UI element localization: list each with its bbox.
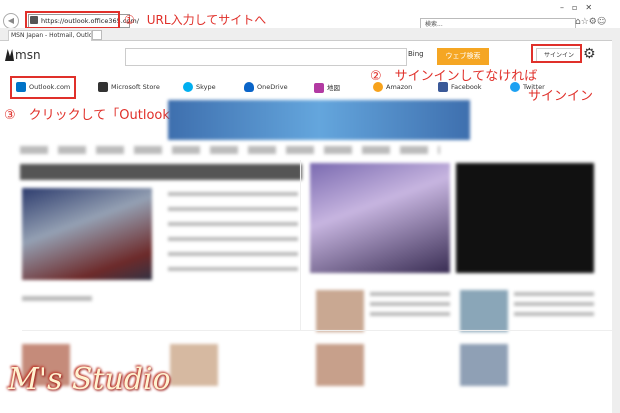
gear-icon[interactable]: ⚙: [583, 46, 596, 62]
back-icon[interactable]: ◀: [3, 13, 19, 29]
web-search-button[interactable]: ウェブ検索: [437, 48, 489, 65]
browser-toolbar-icons[interactable]: ⌂☆⚙☺: [575, 17, 606, 27]
headline-source: [22, 296, 92, 301]
news-photo-main[interactable]: [22, 188, 152, 280]
amazon-icon: [373, 82, 383, 92]
shortcut-onedrive[interactable]: OneDrive: [244, 82, 288, 92]
news-thumb-5[interactable]: [460, 344, 508, 386]
browser-tab[interactable]: MSN Japan - Hotmail, Outlo...: [8, 30, 92, 41]
onedrive-icon: [244, 82, 254, 92]
store-icon: [98, 82, 108, 92]
news-thumb-1[interactable]: [316, 290, 364, 332]
watermark: M's Studio: [8, 362, 171, 397]
skype-icon: [183, 82, 193, 92]
bing-label: Bing: [408, 50, 424, 58]
news-category-bar[interactable]: [20, 146, 440, 154]
ad-banner[interactable]: [168, 100, 470, 140]
msn-logo-icon: [5, 49, 14, 61]
headline-list[interactable]: [168, 192, 298, 278]
news-photo-2[interactable]: [310, 163, 450, 273]
shortcut-amazon[interactable]: Amazon: [373, 82, 412, 92]
facebook-icon: [438, 82, 448, 92]
shortcut-store[interactable]: Microsoft Store: [98, 82, 160, 92]
news-thumb-2[interactable]: [460, 290, 508, 332]
signin-highlight: [531, 44, 582, 63]
map-icon: [314, 83, 324, 93]
new-tab-button[interactable]: [92, 30, 102, 40]
msn-logo[interactable]: msn: [15, 48, 41, 62]
msn-search-input[interactable]: [125, 48, 407, 66]
news-photo-3[interactable]: [456, 163, 594, 273]
twitter-icon: [510, 82, 520, 92]
shortcut-skype[interactable]: Skype: [183, 82, 216, 92]
scrollbar[interactable]: [612, 40, 620, 413]
annotation-step1: ① URL入力してサイトへ: [124, 13, 267, 27]
news-thumb-3[interactable]: [170, 344, 218, 386]
outlook-highlight: [10, 76, 76, 99]
news-tabs[interactable]: [20, 164, 302, 180]
shortcut-map[interactable]: 地図: [314, 82, 340, 93]
shortcut-twitter[interactable]: Twitter: [510, 82, 545, 92]
address-highlight: [25, 11, 120, 29]
shortcut-facebook[interactable]: Facebook: [438, 82, 482, 92]
news-thumb-4[interactable]: [316, 344, 364, 386]
window-controls[interactable]: –▫✕: [560, 3, 600, 12]
